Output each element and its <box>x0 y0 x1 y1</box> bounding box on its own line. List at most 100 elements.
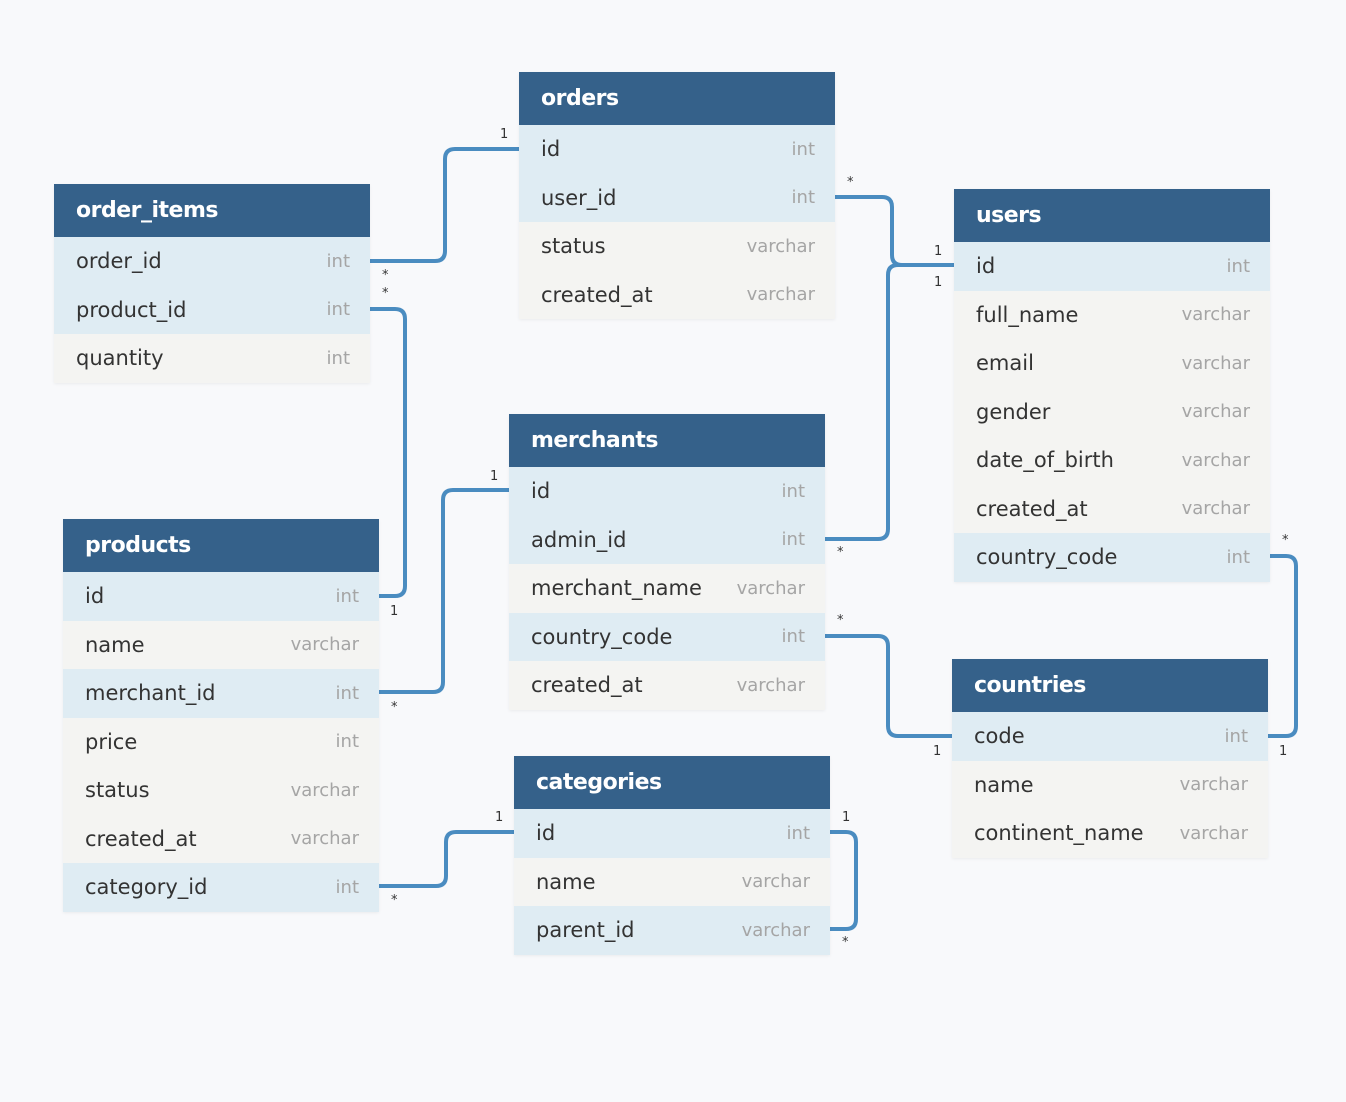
field-name: code <box>974 724 1025 749</box>
field-type: int <box>1224 725 1248 747</box>
cardinality-label: 1 <box>500 127 508 142</box>
table-header[interactable]: users <box>954 189 1270 242</box>
field-type: int <box>1226 255 1250 277</box>
field-name: full_name <box>976 302 1079 327</box>
cardinality-label: * <box>1282 533 1289 548</box>
field-row[interactable]: price int <box>63 717 379 766</box>
field-row[interactable]: id int <box>519 125 835 174</box>
cardinality-label: * <box>837 613 844 628</box>
field-row[interactable]: merchant_name varchar <box>509 564 825 613</box>
table-countries[interactable]: countries code int name varchar continent_nam… <box>952 659 1268 858</box>
field-type: int <box>781 480 805 502</box>
field-row[interactable]: created_at varchar <box>63 814 379 863</box>
field-row[interactable]: status varchar <box>519 222 835 271</box>
field-type: varchar <box>290 779 359 801</box>
field-name: created_at <box>976 496 1088 521</box>
field-type: int <box>326 299 350 321</box>
field-name: country_code <box>976 545 1118 570</box>
field-type: varchar <box>1179 774 1248 796</box>
field-row[interactable]: status varchar <box>63 766 379 815</box>
cardinality-label: 1 <box>495 810 503 825</box>
field-row[interactable]: name varchar <box>63 620 379 669</box>
field-row[interactable]: name varchar <box>952 760 1268 809</box>
field-row[interactable]: id int <box>514 809 830 858</box>
table-merchants[interactable]: merchants id int admin_id int merchant_name va… <box>509 414 825 710</box>
field-row[interactable]: merchant_id int <box>63 669 379 718</box>
field-row[interactable]: user_id int <box>519 173 835 222</box>
field-name: id <box>976 254 996 279</box>
link-products-categories[interactable]: * 1 <box>379 810 514 908</box>
field-type: varchar <box>736 577 805 599</box>
table-products[interactable]: products id int name varchar merchant_id int pr… <box>63 519 379 912</box>
field-name: created_at <box>85 826 197 851</box>
field-type: varchar <box>746 284 815 306</box>
field-name: user_id <box>541 185 617 210</box>
field-row[interactable]: email varchar <box>954 339 1270 388</box>
field-row[interactable]: country_code int <box>954 533 1270 582</box>
field-type: varchar <box>746 235 815 257</box>
field-row[interactable]: category_id int <box>63 863 379 912</box>
cardinality-label: * <box>847 175 854 190</box>
field-name: email <box>976 351 1034 376</box>
field-type: int <box>335 731 359 753</box>
field-row[interactable]: id int <box>509 467 825 516</box>
field-name: merchant_id <box>85 681 216 706</box>
cardinality-label: 1 <box>842 810 850 825</box>
link-categories-self[interactable]: * 1 <box>830 810 858 950</box>
table-header[interactable]: order_items <box>54 184 370 237</box>
cardinality-label: * <box>382 286 389 301</box>
table-categories[interactable]: categories id int name varchar parent_id varch… <box>514 756 830 955</box>
field-row[interactable]: code int <box>952 712 1268 761</box>
field-type: int <box>335 876 359 898</box>
link-users-countries[interactable]: * 1 <box>1268 533 1298 759</box>
field-row[interactable]: full_name varchar <box>954 290 1270 339</box>
field-name: admin_id <box>531 527 627 552</box>
field-name: date_of_birth <box>976 448 1114 473</box>
cardinality-label: 1 <box>490 469 498 484</box>
field-name: gender <box>976 399 1051 424</box>
table-orders[interactable]: orders id int user_id int status varchar create… <box>519 72 835 319</box>
field-name: country_code <box>531 624 673 649</box>
field-row[interactable]: product_id int <box>54 285 370 334</box>
field-row[interactable]: date_of_birth varchar <box>954 436 1270 485</box>
cardinality-label: * <box>391 893 398 908</box>
field-type: int <box>335 682 359 704</box>
field-row[interactable]: id int <box>954 242 1270 291</box>
field-row[interactable]: country_code int <box>509 612 825 661</box>
field-type: varchar <box>741 871 810 893</box>
field-type: varchar <box>736 674 805 696</box>
field-type: varchar <box>741 919 810 941</box>
field-row[interactable]: created_at varchar <box>519 270 835 319</box>
field-name: quantity <box>76 346 164 371</box>
field-row[interactable]: created_at varchar <box>954 484 1270 533</box>
field-row[interactable]: parent_id varchar <box>514 906 830 955</box>
link-merchants-users[interactable]: * 1 <box>825 263 954 560</box>
field-row[interactable]: gender varchar <box>954 387 1270 436</box>
field-row[interactable]: admin_id int <box>509 515 825 564</box>
field-row[interactable]: created_at varchar <box>509 661 825 710</box>
field-name: parent_id <box>536 918 635 943</box>
field-type: int <box>326 347 350 369</box>
field-row[interactable]: quantity int <box>54 334 370 383</box>
table-header[interactable]: products <box>63 519 379 572</box>
link-order-items-orders[interactable]: * 1 <box>370 127 519 283</box>
field-name: category_id <box>85 875 208 900</box>
table-header[interactable]: countries <box>952 659 1268 712</box>
link-orders-users[interactable]: * 1 <box>835 175 954 267</box>
field-row[interactable]: name varchar <box>514 857 830 906</box>
link-products-merchants[interactable]: * 1 <box>379 469 509 715</box>
field-name: continent_name <box>974 821 1144 846</box>
field-row[interactable]: id int <box>63 572 379 621</box>
field-name: created_at <box>531 673 643 698</box>
table-order-items[interactable]: order_items order_id int product_id int quant… <box>54 184 370 383</box>
field-name: id <box>541 137 561 162</box>
link-merchants-countries[interactable]: * 1 <box>825 613 952 759</box>
field-row[interactable]: order_id int <box>54 237 370 286</box>
table-header[interactable]: categories <box>514 756 830 809</box>
field-type: int <box>791 187 815 209</box>
table-header[interactable]: merchants <box>509 414 825 467</box>
table-header[interactable]: orders <box>519 72 835 125</box>
field-row[interactable]: continent_name varchar <box>952 809 1268 858</box>
field-type: int <box>786 822 810 844</box>
table-users[interactable]: users id int full_name varchar email varchar ge… <box>954 189 1270 582</box>
